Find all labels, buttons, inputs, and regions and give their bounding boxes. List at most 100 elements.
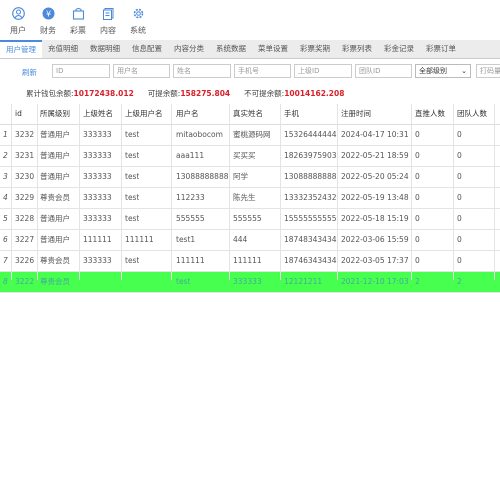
header-username[interactable]: 用户名 [176,104,199,124]
header-parent-username[interactable]: 上级用户名 [125,104,163,124]
refresh-button[interactable]: 刷新 [22,67,37,78]
user-icon [11,6,25,20]
withdrawable-label: 可提余额: [147,89,181,98]
cell-level: 普通用户 [40,151,70,160]
cell-register-time: 2022-05-21 18:59 [341,151,409,160]
table-row[interactable]: 1 3232 普通用户 333333 test mitaobocom 蜜桃源码网 153264… [0,125,500,146]
cell-id: 3231 [15,151,35,160]
row-number: 1 [3,130,8,139]
nav-label: 系统 [130,26,146,35]
table-row[interactable]: 2 3231 普通用户 333333 test aaa111 买买买 18263975903 2… [0,146,500,167]
cell-id: 3232 [15,130,35,139]
table-row[interactable]: 5 3228 普通用户 333333 test 555555 555555 155555555… [0,209,500,230]
cell-team-count: 0 [457,235,462,244]
cell-team-count: 0 [457,256,462,265]
phone-input[interactable]: 手机号 [234,64,291,78]
cell-phone: 18748343434 [284,235,337,244]
cell-real-name: 买买买 [233,151,256,160]
shopping-bag-icon [71,6,85,20]
cell-id: 3222 [15,277,35,286]
cell-team-count: 0 [457,151,462,160]
cell-parent-name: 333333 [83,151,112,160]
cell-register-time: 2022-05-19 13:48 [341,193,409,202]
column-divider [79,104,80,280]
column-divider [11,104,12,280]
column-divider [280,104,281,280]
cell-real-name: 阿学 [233,172,248,181]
cell-direct-count: 0 [415,193,420,202]
header-phone[interactable]: 手机 [284,104,299,124]
nav-item-user[interactable]: 用户 [4,0,32,40]
nav-item-system[interactable]: 系统 [124,0,152,40]
yen-icon: ¥ [41,6,55,20]
cell-level: 普通用户 [40,214,70,223]
nav-label: 用户 [10,26,26,35]
not-withdrawable-value: 10014162.208 [284,89,345,98]
cell-level: 普通用户 [40,130,70,139]
level-select[interactable]: 全部级别 ⌄ [415,64,471,78]
cell-parent-name: 333333 [83,172,112,181]
cell-username: test [176,277,191,286]
user-table: id 所属级别 上级姓名 上级用户名 用户名 真实姓名 手机 注册时间 直推人数… [0,104,500,293]
tab-content-category[interactable]: 内容分类 [168,40,210,58]
cell-id: 3229 [15,193,35,202]
nav-item-lottery[interactable]: 彩票 [64,0,92,40]
tab-info-config[interactable]: 信息配置 [126,40,168,58]
cell-username: aaa111 [176,151,205,160]
row-number: 2 [3,151,8,160]
cell-register-time: 2022-05-18 15:19 [341,214,409,223]
tab-lottery-orders[interactable]: 彩票订单 [420,40,462,58]
row-number: 4 [3,193,8,202]
header-direct-count[interactable]: 直推人数 [415,104,445,124]
filter-bar: 刷新 ID 用户名 姓名 手机号 上级ID 团队ID 全部级别 ⌄ 打码量 [0,64,500,80]
tab-system-data[interactable]: 系统数据 [210,40,252,58]
cell-id: 3227 [15,235,35,244]
document-icon [101,6,115,20]
row-number: 8 [3,277,8,286]
tab-lottery-list[interactable]: 彩票列表 [336,40,378,58]
cell-parent-username: test [125,151,140,160]
nav-item-content[interactable]: 内容 [94,0,122,40]
cell-username: 555555 [176,214,205,223]
table-row[interactable]: 7 3226 尊贵会员 333333 test 111111 111111 187463434… [0,251,500,272]
cell-direct-count: 0 [415,130,420,139]
cell-parent-name: 333333 [83,130,112,139]
cell-parent-name: 333333 [83,193,112,202]
bet-amount-input[interactable]: 打码量 [476,64,500,78]
header-team-count[interactable]: 团队人数 [457,104,487,124]
cell-level: 普通用户 [40,235,70,244]
id-input[interactable]: ID [52,64,110,78]
cell-direct-count: 0 [415,235,420,244]
header-parent-name[interactable]: 上级姓名 [83,104,113,124]
not-withdrawable-label: 不可提余额: [244,89,285,98]
table-row[interactable]: 4 3229 尊贵会员 333333 test 112233 陈先生 13332352432 2… [0,188,500,209]
header-level[interactable]: 所属级别 [40,104,70,124]
column-divider [411,104,412,280]
tab-bonus-records[interactable]: 彩金记录 [378,40,420,58]
cell-real-name: 333333 [233,277,262,286]
team-id-input[interactable]: 团队ID [355,64,412,78]
row-number: 5 [3,214,8,223]
header-id[interactable]: id [15,104,22,124]
nav-item-finance[interactable]: ¥ 财务 [34,0,62,40]
cell-level: 尊贵会员 [40,277,70,286]
tab-lottery-periods[interactable]: 彩票奖期 [294,40,336,58]
column-divider [494,104,495,280]
name-input[interactable]: 姓名 [173,64,231,78]
parent-id-input[interactable]: 上级ID [294,64,352,78]
table-row[interactable]: 6 3227 普通用户 111111 111111 test1 444 18748343434… [0,230,500,251]
username-input[interactable]: 用户名 [113,64,170,78]
tab-data-details[interactable]: 数据明细 [84,40,126,58]
tab-recharge-details[interactable]: 充值明细 [42,40,84,58]
cell-team-count: 2 [457,277,462,286]
tab-menu-settings[interactable]: 菜单设置 [252,40,294,58]
cell-direct-count: 0 [415,151,420,160]
header-register-time[interactable]: 注册时间 [341,104,371,124]
header-real-name[interactable]: 真实姓名 [233,104,263,124]
cell-id: 3226 [15,256,35,265]
cell-direct-count: 0 [415,256,420,265]
table-row[interactable]: 8 3222 尊贵会员 test 333333 12121211 2021-12-10 17… [0,272,500,293]
table-row[interactable]: 3 3230 普通用户 333333 test 13088888888 阿学 13088888… [0,167,500,188]
cell-real-name: 555555 [233,214,262,223]
tab-user-management[interactable]: 用户管理 [0,40,42,58]
